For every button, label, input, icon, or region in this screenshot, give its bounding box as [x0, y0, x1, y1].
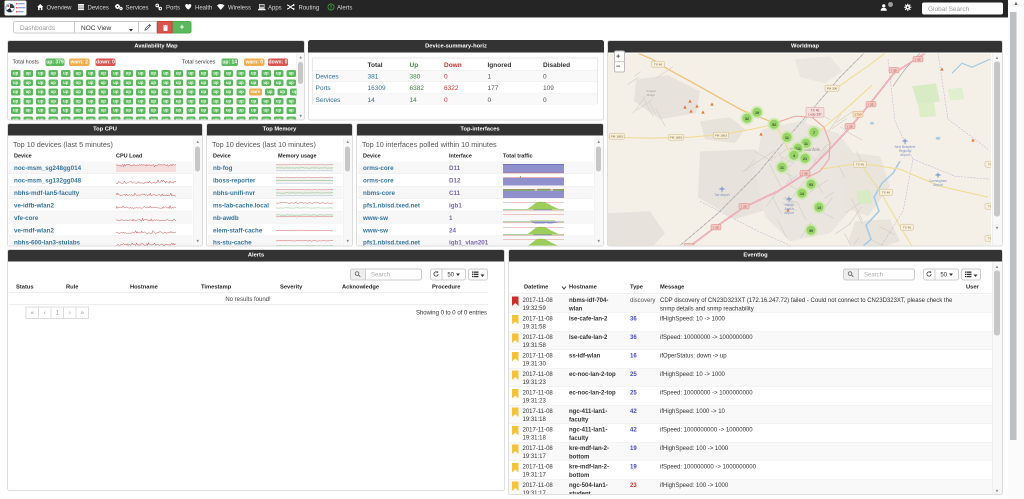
svg-text:Airport: Airport — [900, 153, 910, 157]
svg-text:I 35: I 35 — [686, 245, 691, 247]
svg-text:TX 46: TX 46 — [903, 226, 912, 230]
svg-text:39: 39 — [809, 229, 813, 233]
svg-text:TX 46: TX 46 — [882, 191, 891, 195]
svg-text:Loop 337: Loop 337 — [808, 113, 822, 117]
svg-text:TX: TX — [988, 163, 991, 167]
svg-text:Airport: Airport — [784, 211, 794, 215]
svg-text:FM 1863: FM 1863 — [611, 135, 623, 139]
svg-text:11: 11 — [780, 166, 784, 170]
svg-text:I 35: I 35 — [868, 103, 873, 107]
svg-text:11: 11 — [785, 136, 789, 140]
svg-text:I 35: I 35 — [741, 205, 746, 209]
svg-text:I 35: I 35 — [847, 125, 852, 129]
svg-text:21: 21 — [803, 157, 807, 161]
svg-text:FM 1863: FM 1863 — [670, 136, 682, 140]
svg-text:52: 52 — [772, 123, 776, 127]
svg-text:13: 13 — [817, 206, 821, 210]
svg-text:TX 46: TX 46 — [856, 163, 865, 167]
svg-text:I 35: I 35 — [915, 58, 920, 62]
svg-text:7: 7 — [813, 131, 815, 135]
svg-text:I 35: I 35 — [713, 226, 718, 230]
svg-text:FM 306: FM 306 — [827, 87, 838, 91]
svg-text:11: 11 — [804, 142, 808, 146]
svg-text:TX: TX — [988, 237, 991, 241]
svg-text:Twr Airport: Twr Airport — [714, 193, 729, 197]
svg-text:19: 19 — [755, 111, 759, 115]
svg-text:I 35: I 35 — [802, 172, 807, 176]
svg-text:Ridge: Ridge — [647, 93, 655, 97]
svg-text:1799: 1799 — [855, 113, 862, 117]
svg-text:TX 46: TX 46 — [654, 63, 663, 67]
svg-text:32: 32 — [745, 117, 749, 121]
svg-text:TX: TX — [988, 205, 991, 209]
svg-text:Airport: Airport — [933, 183, 943, 187]
svg-text:FM 1863: FM 1863 — [715, 134, 727, 138]
svg-text:I 35: I 35 — [891, 69, 896, 73]
svg-text:93: 93 — [809, 183, 813, 187]
